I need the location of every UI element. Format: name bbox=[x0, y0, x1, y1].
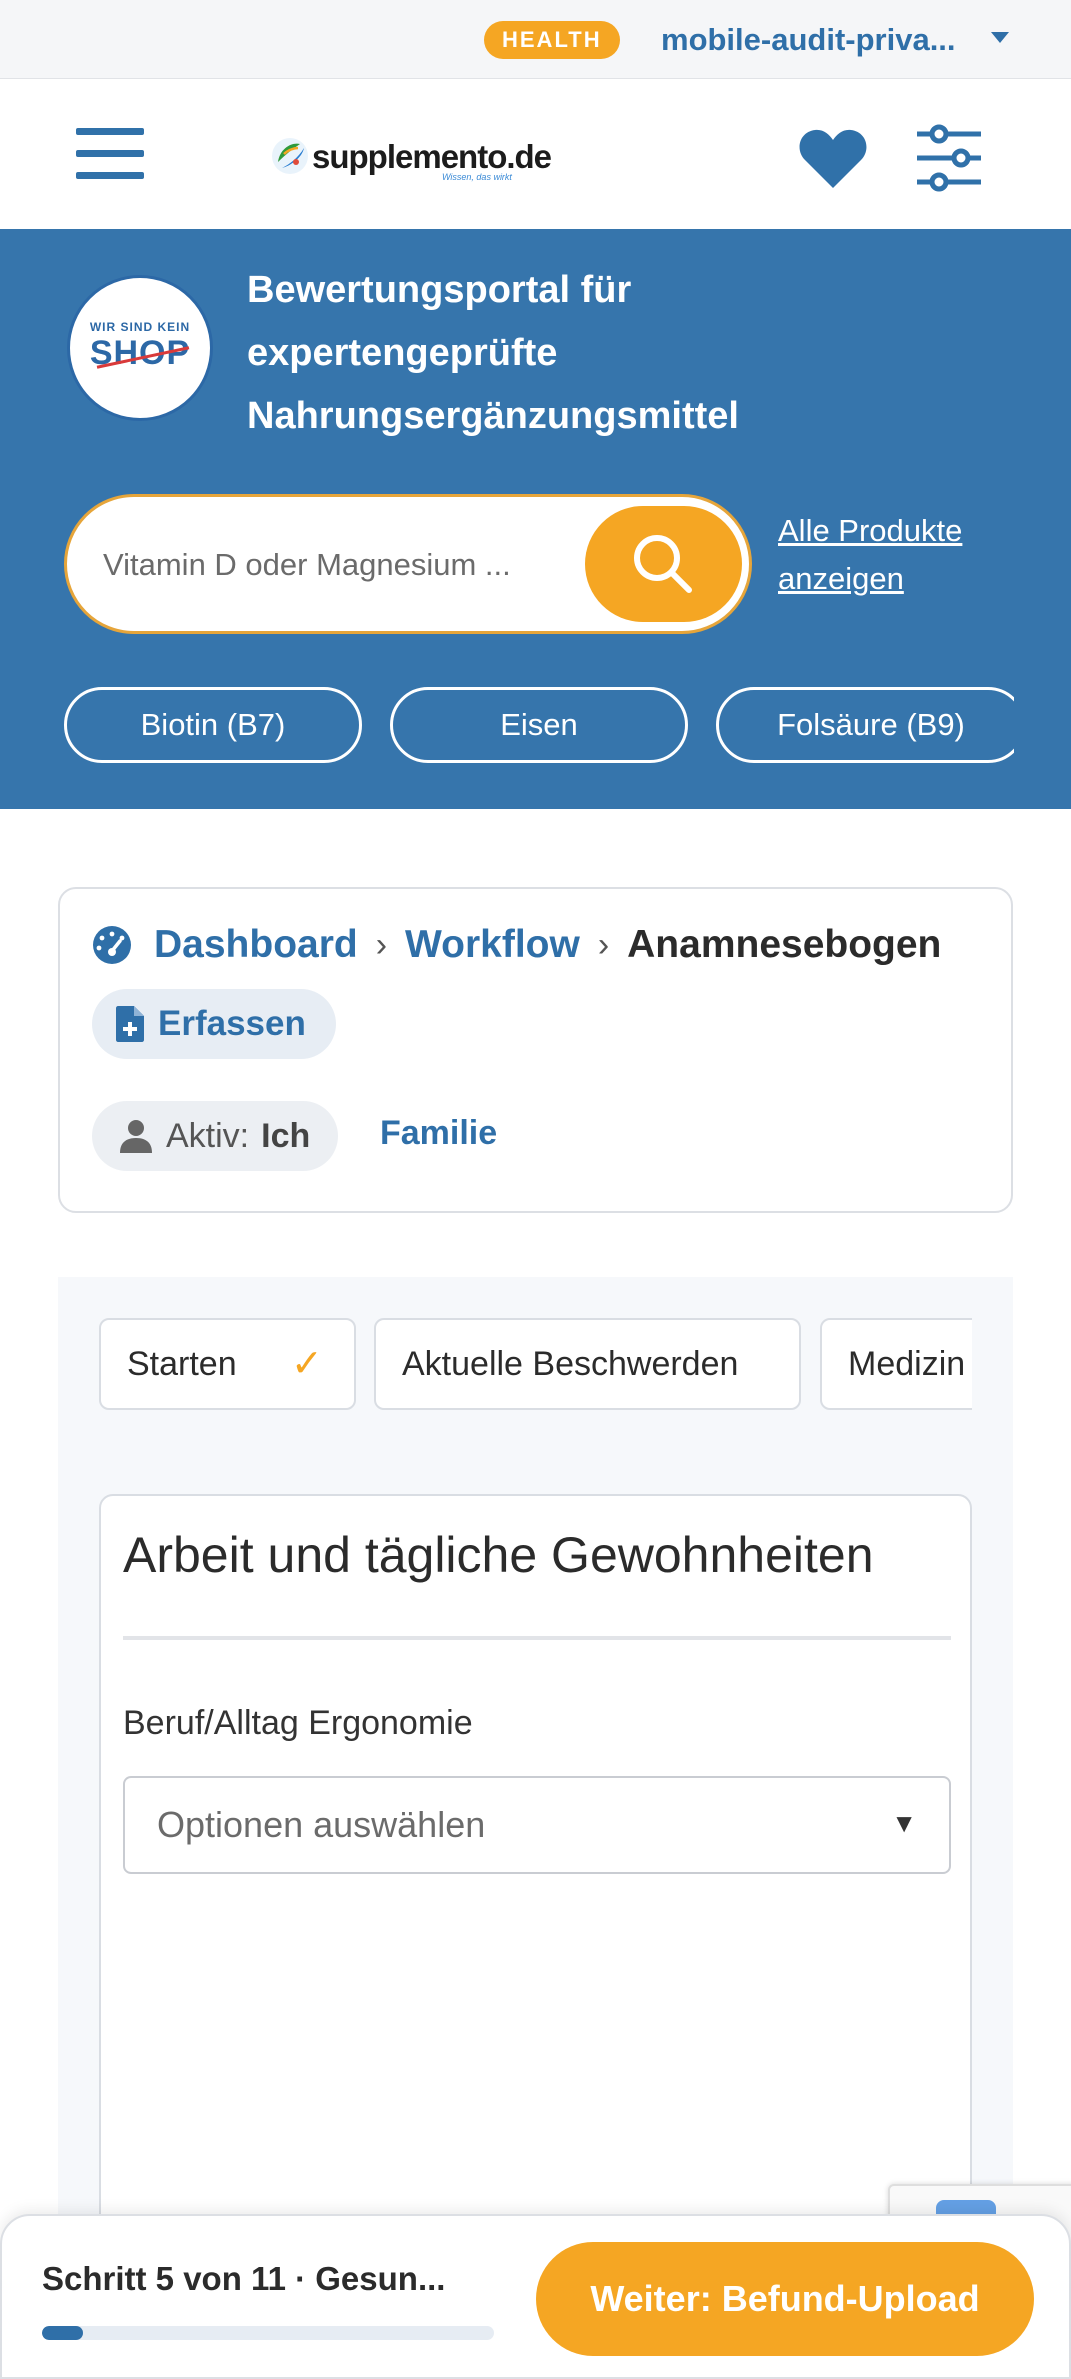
step-starten[interactable]: Starten ✓ bbox=[99, 1318, 356, 1410]
chevron-down-icon[interactable] bbox=[991, 32, 1009, 43]
search-input[interactable] bbox=[103, 535, 583, 595]
seal-top-text: WIR SIND KEIN bbox=[89, 320, 191, 334]
breadcrumb-dashboard[interactable]: Dashboard bbox=[154, 923, 358, 967]
breadcrumb: Dashboard › Workflow › Anamnesebogen bbox=[92, 915, 941, 975]
profile-label: Aktiv: bbox=[166, 1116, 250, 1155]
breadcrumb-workflow[interactable]: Workflow bbox=[405, 923, 580, 967]
sliders-icon[interactable] bbox=[915, 124, 983, 192]
step-label: Aktuelle Beschwerden bbox=[402, 1345, 739, 1383]
chip-biotin[interactable]: Biotin (B7) bbox=[64, 687, 362, 763]
account-switcher[interactable]: mobile-audit-priva... bbox=[661, 20, 956, 60]
account-bar: HEALTH mobile-audit-priva... bbox=[0, 0, 1071, 79]
no-shop-seal: WIR SIND KEIN SHOP bbox=[67, 275, 213, 421]
step-progress-text: Schritt 5 von 11 · Gesun... bbox=[42, 2260, 446, 2297]
breadcrumb-current: Anamnesebogen bbox=[627, 923, 942, 966]
erfassen-button[interactable]: Erfassen bbox=[92, 989, 336, 1059]
profile-familie-link[interactable]: Familie bbox=[380, 1114, 497, 1153]
hamburger-menu-icon[interactable] bbox=[76, 128, 144, 180]
profile-value: Ich bbox=[261, 1116, 311, 1155]
search-button[interactable] bbox=[585, 506, 742, 622]
header-nav: supplemento.de Wissen, das wirkt bbox=[0, 80, 1071, 229]
breadcrumb-separator: › bbox=[375, 925, 388, 964]
hero-title: Bewertungsportal für expertengeprüfte Na… bbox=[247, 269, 739, 437]
ergonomie-select[interactable]: Optionen auswählen ▼ bbox=[123, 1776, 951, 1874]
active-profile-pill[interactable]: Aktiv: Ich bbox=[92, 1101, 339, 1171]
search-box bbox=[64, 494, 752, 634]
breadcrumb-card: Dashboard › Workflow › Anamnesebogen Erf… bbox=[58, 887, 1013, 1213]
question-card-title: Arbeit und tägliche Gewohnheiten bbox=[123, 1527, 874, 1583]
step-label: Medizin bbox=[848, 1345, 966, 1383]
select-placeholder: Optionen auswählen bbox=[157, 1804, 486, 1845]
logo-wordmark: supplemento.de bbox=[312, 137, 552, 175]
site-logo[interactable]: supplemento.de Wissen, das wirkt bbox=[270, 128, 552, 184]
check-icon: ✓ bbox=[291, 1343, 323, 1385]
title-divider bbox=[123, 1636, 951, 1640]
dropdown-arrow-icon: ▼ bbox=[891, 1808, 917, 1838]
file-plus-icon bbox=[116, 1006, 144, 1042]
heart-icon[interactable] bbox=[797, 126, 869, 190]
chip-folsaeure[interactable]: Folsäure (B9) bbox=[716, 687, 1014, 763]
breadcrumb-separator: › bbox=[597, 925, 610, 964]
dashboard-gauge-icon bbox=[93, 926, 131, 964]
search-icon bbox=[634, 535, 692, 593]
progress-fill bbox=[42, 2326, 83, 2340]
chip-eisen[interactable]: Eisen bbox=[390, 687, 688, 763]
topic-chips: Biotin (B7) Eisen Folsäure (B9) bbox=[64, 687, 1014, 763]
logo-tagline: Wissen, das wirkt bbox=[442, 172, 512, 182]
step-medizin[interactable]: Medizin bbox=[820, 1318, 972, 1410]
step-progress-bar bbox=[42, 2326, 494, 2340]
logo-leaf-icon bbox=[272, 138, 308, 174]
field-label: Beruf/Alltag Ergonomie bbox=[123, 1704, 473, 1742]
workflow-steps: Starten ✓ Aktuelle Beschwerden Medizin bbox=[99, 1318, 972, 1412]
erfassen-label: Erfassen bbox=[158, 1004, 306, 1043]
next-step-button[interactable]: Weiter: Befund-Upload bbox=[536, 2242, 1034, 2356]
user-icon bbox=[120, 1120, 152, 1153]
seal-main-text: SHOP bbox=[89, 334, 191, 372]
health-badge: HEALTH bbox=[484, 21, 620, 59]
hero-banner: WIR SIND KEIN SHOP Bewertungsportal für … bbox=[0, 229, 1071, 809]
step-aktuelle-beschwerden[interactable]: Aktuelle Beschwerden bbox=[374, 1318, 801, 1410]
all-products-link[interactable]: Alle Produkte anzeigen bbox=[778, 507, 998, 603]
step-label: Starten bbox=[127, 1345, 237, 1383]
bottom-step-bar: Schritt 5 von 11 · Gesun... Weiter: Befu… bbox=[0, 2214, 1071, 2379]
